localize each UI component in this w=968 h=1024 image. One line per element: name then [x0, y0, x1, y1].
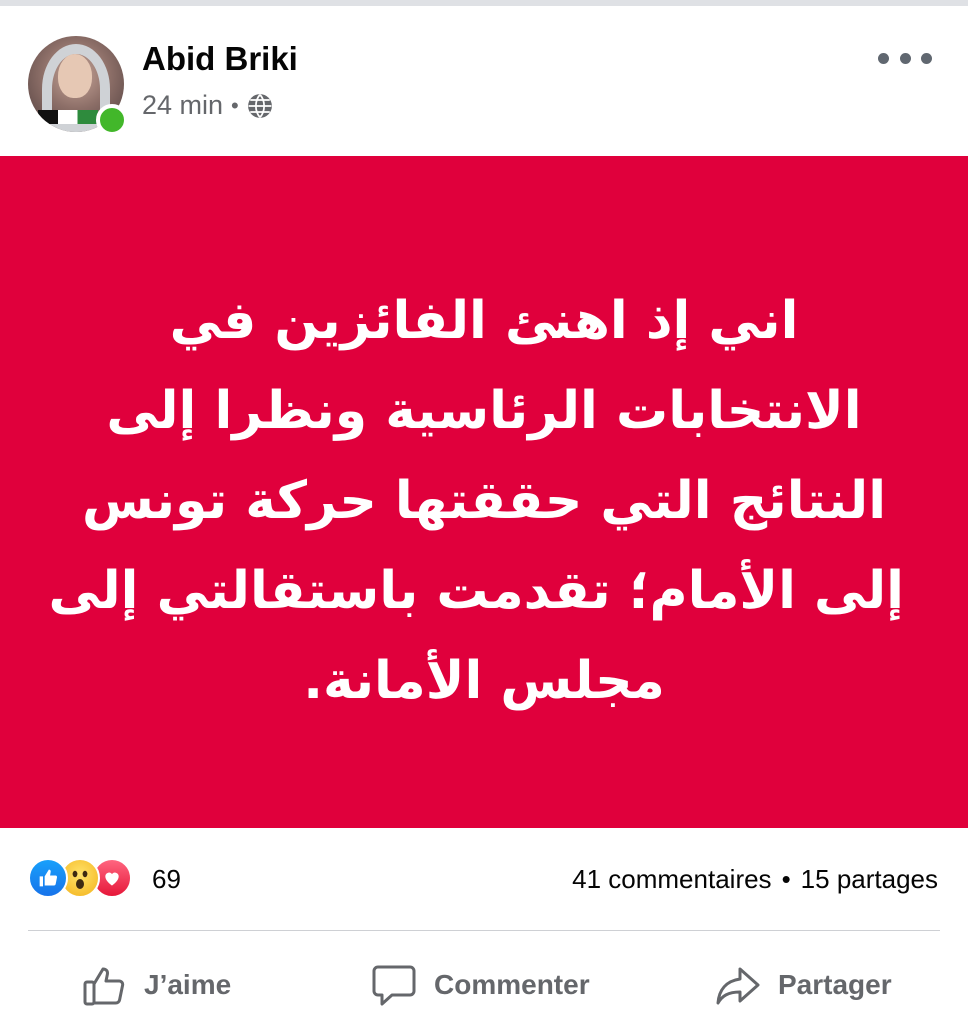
like-button[interactable]: J’aime: [80, 950, 231, 1020]
more-dot: [921, 52, 932, 64]
comment-label: Commenter: [434, 969, 590, 1000]
shares-count[interactable]: 15 partages: [801, 864, 938, 895]
like-label: J’aime: [144, 969, 232, 1000]
avatar-flag: [38, 110, 98, 124]
engagement-bar: 69 41 commentaires • 15 partages: [0, 850, 968, 912]
post-time[interactable]: 24 min: [142, 90, 223, 121]
post-text-card[interactable]: اني إذ اهنئ الفائزين في الانتخابات الرئا…: [0, 156, 968, 828]
post-text-line: مجلس الأمانة.: [303, 651, 665, 711]
share-arrow-icon: [716, 967, 760, 1005]
divider: [28, 930, 940, 931]
comment-button[interactable]: Commenter: [370, 950, 590, 1020]
post-header: Abid Briki 24 min •: [0, 6, 968, 156]
author-name[interactable]: Abid Briki: [142, 40, 298, 78]
stats-separator: •: [781, 864, 791, 894]
post-text-line: اني إذ اهنئ الفائزين في: [169, 291, 799, 351]
more-dot: [878, 52, 889, 64]
post-text-line: الانتخابات الرئاسية ونظرا إلى: [106, 381, 862, 441]
comment-icon: [372, 965, 416, 1006]
reaction-summary[interactable]: [28, 858, 148, 898]
post-text: اني إذ اهنئ الفائزين في الانتخابات الرئا…: [48, 276, 904, 726]
avatar-face: [58, 54, 92, 98]
thumbs-up-icon: [83, 967, 125, 1006]
reaction-count[interactable]: 69: [152, 864, 181, 895]
share-button[interactable]: Partager: [714, 950, 892, 1020]
action-bar: J’aime Commenter Partager: [0, 950, 968, 1020]
like-reaction-icon: [28, 858, 68, 898]
post-stats: 41 commentaires • 15 partages: [572, 864, 938, 895]
online-status-indicator: [96, 104, 128, 136]
more-options-icon[interactable]: [878, 38, 932, 78]
more-dot: [899, 52, 911, 64]
globe-icon[interactable]: [247, 93, 273, 119]
share-label: Partager: [778, 969, 892, 1000]
post-text-line: إلى الأمام؛ تقدمت باستقالتي إلى: [48, 561, 904, 621]
meta-separator: •: [231, 92, 239, 118]
post-text-line: النتائج التي حققتها حركة تونس: [81, 471, 887, 531]
comments-count[interactable]: 41 commentaires: [572, 864, 771, 895]
post-meta: 24 min •: [142, 90, 273, 121]
